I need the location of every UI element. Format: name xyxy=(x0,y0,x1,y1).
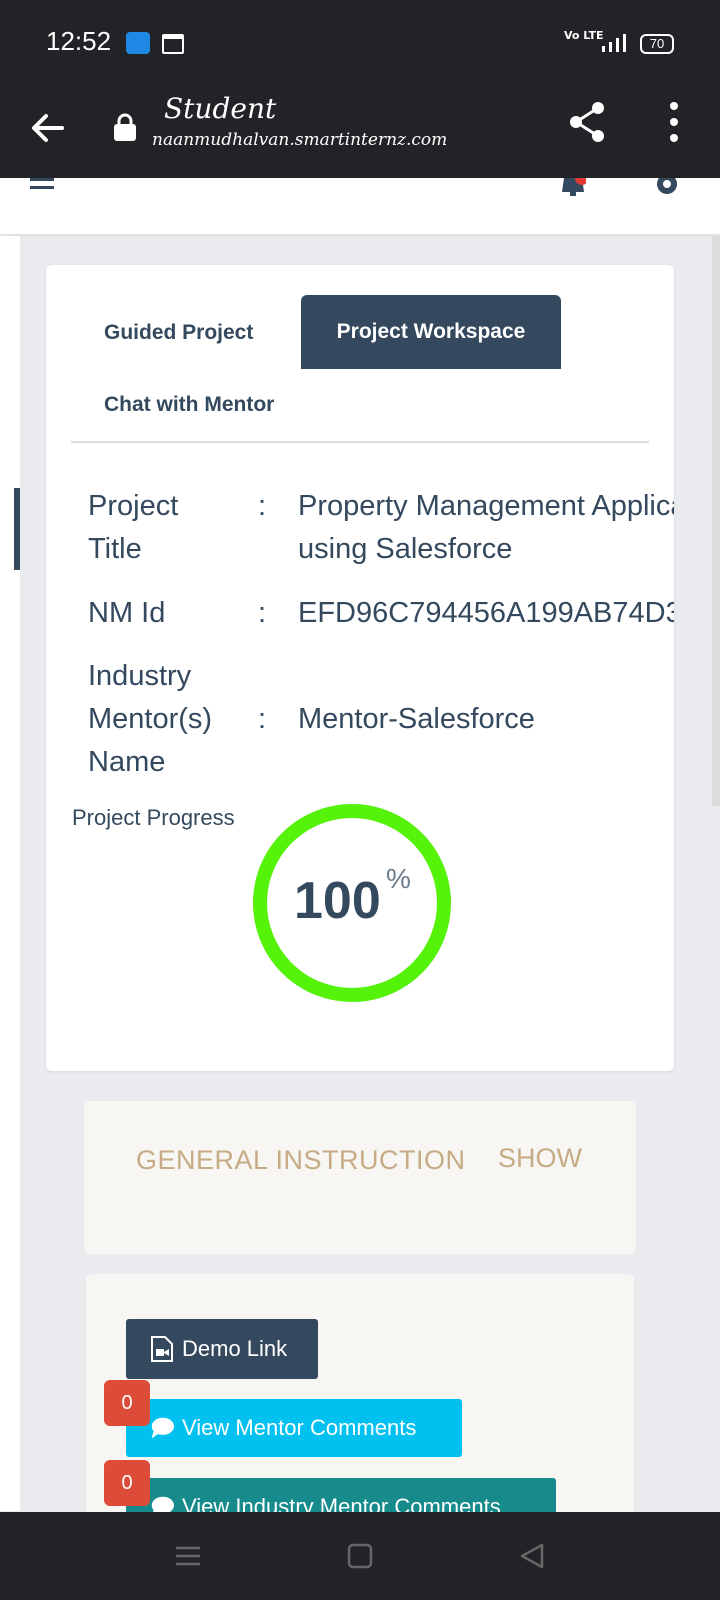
site-top-nav xyxy=(0,178,720,234)
hamburger-menu-icon[interactable] xyxy=(30,178,54,192)
view-mentor-comments-label: View Mentor Comments xyxy=(182,1415,417,1440)
demo-link-button[interactable]: Demo Link xyxy=(126,1319,318,1379)
volte-indicator: Vo LTE xyxy=(564,29,604,42)
home-icon[interactable] xyxy=(346,1542,374,1570)
system-nav-bar xyxy=(0,1512,720,1600)
video-file-icon xyxy=(151,1336,173,1362)
view-mentor-comments-button[interactable]: View Mentor Comments xyxy=(126,1399,462,1457)
back-icon[interactable] xyxy=(518,1542,546,1570)
project-title-value: Property Management Applica xyxy=(298,490,674,522)
demo-link-label: Demo Link xyxy=(182,1336,288,1361)
notification-bell-icon[interactable] xyxy=(560,178,586,200)
project-title-label-2: Title xyxy=(88,533,142,565)
status-time: 12:52 xyxy=(46,26,112,56)
nm-id-value: EFD96C794456A199AB74D333 xyxy=(298,597,674,629)
tab-divider xyxy=(71,441,649,443)
status-bar: 12:52 Vo LTE 70 xyxy=(0,0,720,88)
tab-guided-project[interactable]: Guided Project xyxy=(104,321,253,345)
progress-value: 100 xyxy=(294,872,381,930)
mentor-label-3: Name xyxy=(88,746,166,778)
nm-id-label: NM Id xyxy=(88,597,166,629)
general-instruction-label: GENERAL INSTRUCTION xyxy=(136,1145,466,1175)
colon: : xyxy=(258,703,267,735)
view-industry-mentor-comments-button[interactable]: View Industry Mentor Comments xyxy=(126,1478,556,1514)
lock-icon xyxy=(114,113,136,141)
page-url[interactable]: naanmudhalvan.smartinternz.com xyxy=(152,130,447,150)
more-options-icon[interactable] xyxy=(662,100,686,144)
project-card: Guided Project Project Workspace Chat wi… xyxy=(46,265,674,1071)
view-industry-mentor-comments-label: View Industry Mentor Comments xyxy=(182,1494,501,1514)
page-title: Student xyxy=(164,92,277,125)
comment-icon xyxy=(151,1417,174,1439)
colon: : xyxy=(258,597,267,629)
mentor-label: Industry xyxy=(88,660,192,692)
tab-project-workspace[interactable]: Project Workspace xyxy=(301,295,561,369)
back-arrow-icon[interactable] xyxy=(30,110,66,146)
project-title-label: Project xyxy=(88,490,179,522)
share-icon[interactable] xyxy=(566,100,610,144)
signal-icon xyxy=(602,34,626,52)
android-notification-icon xyxy=(126,32,150,54)
sidebar-active-marker xyxy=(14,488,20,570)
project-title-value-2: using Salesforce xyxy=(298,533,513,565)
show-instructions-toggle[interactable]: SHOW xyxy=(498,1143,582,1174)
calendar-notification-icon xyxy=(162,34,184,54)
progress-unit: % xyxy=(386,863,411,894)
mentor-label-2: Mentor(s) xyxy=(88,703,213,735)
industry-comments-count-badge: 0 xyxy=(104,1460,150,1506)
settings-gear-icon[interactable] xyxy=(654,178,680,200)
mentor-comments-count-badge: 0 xyxy=(104,1380,150,1426)
browser-header: Student naanmudhalvan.smartinternz.com xyxy=(0,88,720,178)
recent-apps-icon[interactable] xyxy=(174,1542,202,1570)
scrollbar[interactable] xyxy=(712,236,720,806)
comment-icon xyxy=(151,1496,174,1514)
left-sidebar-edge xyxy=(0,236,20,1511)
mentor-name-value: Mentor-Salesforce xyxy=(298,703,535,735)
battery-icon: 70 xyxy=(640,34,674,54)
general-instruction-panel: GENERAL INSTRUCTION SHOW xyxy=(84,1101,636,1254)
progress-label: Project Progress xyxy=(72,805,235,830)
actions-panel: Demo Link View Mentor Comments View Indu… xyxy=(86,1274,634,1514)
tab-chat-with-mentor[interactable]: Chat with Mentor xyxy=(104,393,274,417)
colon: : xyxy=(258,490,267,522)
